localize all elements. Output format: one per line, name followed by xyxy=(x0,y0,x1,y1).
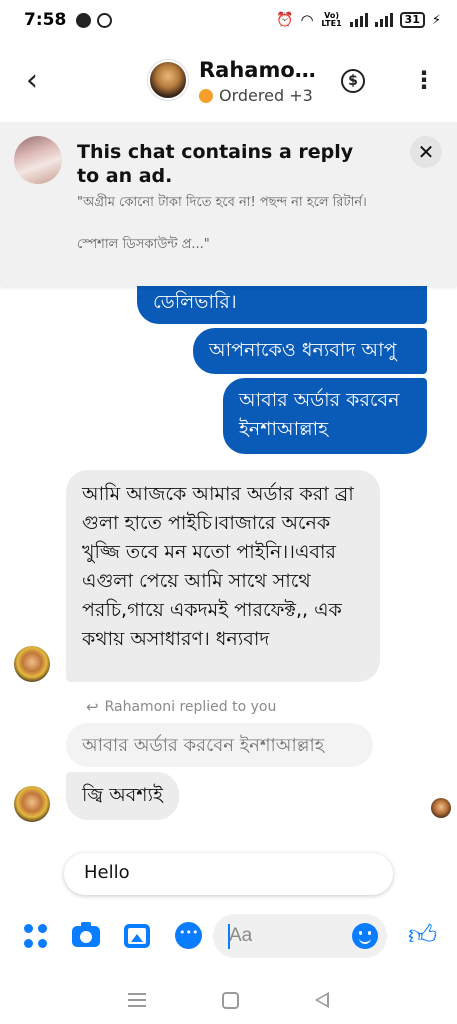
signal-icon-2 xyxy=(374,13,393,27)
incoming-message[interactable]: জ্বি অবশ্যই xyxy=(66,772,179,820)
signal-icon-1 xyxy=(349,13,368,27)
contact-name[interactable]: Rahamo… xyxy=(199,58,316,82)
home-icon[interactable] xyxy=(222,991,239,1009)
camera-icon[interactable] xyxy=(72,922,100,947)
volte-icon: Vo) LTE1 xyxy=(321,11,342,28)
text-caret xyxy=(228,924,230,949)
thumbs-up-icon[interactable]: 👍︎ xyxy=(408,920,437,950)
status-right-icons: ⏰ ◠ Vo) LTE1 31 ⚡ xyxy=(276,11,441,29)
emoji-icon[interactable] xyxy=(352,923,378,949)
ad-quote-text: "অগ্রীম কোনো টাকা দিতে হবে না! পছন্দ না … xyxy=(77,195,367,252)
ad-reply-banner: This chat contains a reply to an ad. ✕ "… xyxy=(0,122,457,286)
wifi-icon: ◠ xyxy=(300,11,314,29)
recent-apps-icon[interactable] xyxy=(128,993,146,1007)
message-input-container[interactable] xyxy=(213,914,387,958)
outgoing-message[interactable]: আপনাকেও ধন্যবাদ আপু xyxy=(193,328,427,374)
read-receipt-avatar xyxy=(431,798,451,818)
reply-indicator-text: Rahamoni replied to you xyxy=(104,699,277,715)
order-status-text: Ordered +3 xyxy=(219,86,313,105)
draft-message-chip[interactable]: Hello xyxy=(64,853,393,895)
outgoing-message[interactable]: আবার অর্ডার করবেন ইনশাআল্লাহ xyxy=(223,378,427,454)
message-composer: 👍︎ xyxy=(0,908,457,964)
battery-icon: 31 xyxy=(399,12,425,28)
apps-icon[interactable] xyxy=(24,924,48,948)
gallery-icon[interactable] xyxy=(124,924,150,948)
charging-icon: ⚡ xyxy=(431,12,441,28)
contact-avatar[interactable] xyxy=(148,60,188,100)
sender-avatar[interactable] xyxy=(14,646,50,682)
reply-indicator: ↩ Rahamoni replied to you xyxy=(86,698,276,716)
ad-banner-title: This chat contains a reply to an ad. xyxy=(77,141,354,187)
alarm-icon: ⏰ xyxy=(276,12,294,28)
system-nav-bar xyxy=(0,976,457,1024)
order-status[interactable]: Ordered +3 xyxy=(199,86,313,105)
chat-header: ‹ Rahamo… Ordered +3 $ ⋮ xyxy=(0,48,457,114)
status-time: 7:58 xyxy=(24,10,67,30)
messenger-notification-icon xyxy=(76,12,92,28)
status-left-icons xyxy=(76,12,113,28)
chat-bubble-icon[interactable] xyxy=(175,922,202,949)
status-bar: 7:58 ⏰ ◠ Vo) LTE1 31 ⚡ xyxy=(0,0,457,40)
chevron-left-icon[interactable]: ‹ xyxy=(26,66,38,96)
quoted-message[interactable]: আবার অর্ডার করবেন ইনশাআল্লাহ xyxy=(66,723,373,767)
message-input[interactable] xyxy=(213,914,333,958)
status-dot-icon xyxy=(199,88,213,103)
sender-avatar[interactable] xyxy=(14,786,50,822)
close-icon[interactable]: ✕ xyxy=(410,136,442,168)
kebab-menu-icon[interactable]: ⋮ xyxy=(412,68,436,92)
back-triangle-icon[interactable] xyxy=(315,992,329,1008)
sync-notification-icon xyxy=(97,12,113,28)
outgoing-message[interactable]: ডেলিভারি। xyxy=(137,282,427,324)
ad-thumbnail xyxy=(14,136,62,184)
incoming-message[interactable]: আমি আজকে আমার অর্ডার করা ব্রা গুলা হাতে … xyxy=(66,470,380,682)
dollar-circle-icon[interactable]: $ xyxy=(341,69,365,93)
reply-arrow-icon: ↩ xyxy=(86,698,99,716)
